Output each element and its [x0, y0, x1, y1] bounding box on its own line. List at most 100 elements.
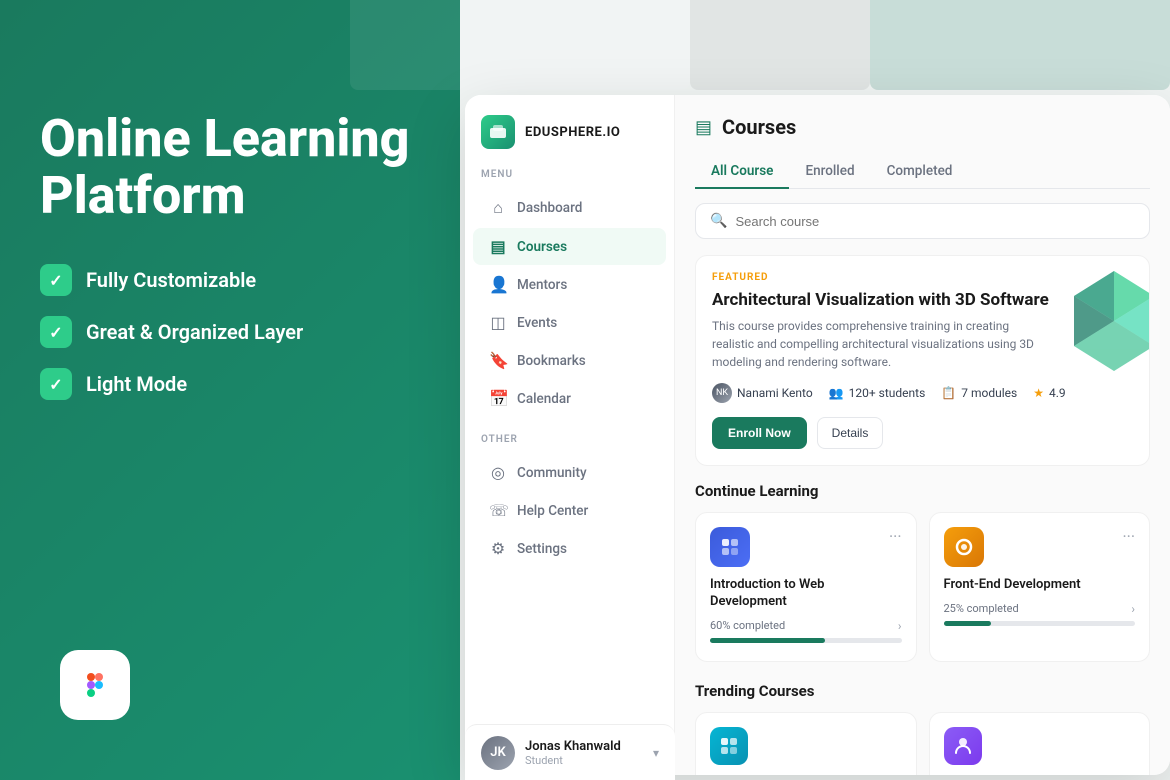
user-name: Jonas Khanwald	[525, 739, 643, 754]
app-logo-icon	[481, 115, 515, 149]
tab-all-course[interactable]: All Course	[695, 155, 789, 189]
star-icon: ★	[1033, 386, 1044, 400]
chevron-right-icon-1: ›	[898, 619, 902, 633]
trending-grid: User Research and Analysis This course i…	[695, 712, 1150, 775]
tab-enrolled[interactable]: Enrolled	[789, 155, 870, 189]
community-icon: ◎	[489, 463, 507, 482]
bookmarks-icon: 🔖	[489, 351, 507, 370]
tab-completed[interactable]: Completed	[871, 155, 969, 189]
deco-rect-1	[350, 0, 690, 90]
search-bar[interactable]: 🔍	[695, 203, 1150, 239]
bookmarks-label: Bookmarks	[517, 353, 586, 369]
course-tabs: All Course Enrolled Completed	[695, 155, 1150, 189]
check-icon-1	[40, 264, 72, 296]
sidebar-item-mentors[interactable]: 👤 Mentors	[473, 266, 666, 303]
help-label: Help Center	[517, 503, 588, 519]
feature-item-1: Fully Customizable	[40, 264, 420, 296]
progress-fill-2	[944, 621, 992, 626]
continue-course-title-2: Front-End Development	[944, 577, 1136, 594]
continue-card-2: ··· Front-End Development 25% completed …	[929, 512, 1151, 662]
details-button[interactable]: Details	[817, 417, 884, 449]
search-input[interactable]	[735, 214, 1135, 229]
other-section-label: OTHER	[465, 434, 674, 453]
settings-label: Settings	[517, 541, 567, 557]
feature-item-2: Great & Organized Layer	[40, 316, 420, 348]
instructor-info: NK Nanami Kento	[712, 383, 813, 403]
app-name: EDUSPHERE.IO	[525, 125, 620, 140]
students-icon: 👥	[829, 386, 844, 400]
more-options-icon-1[interactable]: ···	[889, 527, 902, 546]
page-header: ▤ Courses	[695, 115, 1150, 139]
events-icon: ◫	[489, 313, 507, 332]
featured-rating: 4.9	[1049, 386, 1066, 400]
continue-learning-grid: ··· Introduction to Web Development 60% …	[695, 512, 1150, 662]
help-icon: ☏	[489, 501, 507, 520]
continue-card-1: ··· Introduction to Web Development 60% …	[695, 512, 917, 662]
sidebar-item-events[interactable]: ◫ Events	[473, 304, 666, 341]
calendar-icon: 📅	[489, 389, 507, 408]
continue-course-title-1: Introduction to Web Development	[710, 577, 902, 611]
search-icon: 🔍	[710, 213, 727, 229]
sidebar-item-dashboard[interactable]: ⌂ Dashboard	[473, 189, 666, 227]
sidebar: EDUSPHERE.IO MENU ⌂ Dashboard ▤ Courses …	[465, 95, 675, 775]
page-title: Courses	[722, 115, 796, 139]
progress-label-1: 60% completed ›	[710, 619, 902, 633]
dashboard-icon: ⌂	[489, 198, 507, 218]
modules-icon: 📋	[941, 386, 956, 400]
feature-label-3: Light Mode	[86, 372, 187, 396]
enroll-button[interactable]: Enroll Now	[712, 417, 807, 449]
trending-thumb-2	[944, 727, 982, 765]
trending-title: Trending Courses	[695, 682, 1150, 700]
modules-info: 📋 7 modules	[941, 386, 1017, 400]
sidebar-item-settings[interactable]: ⚙ Settings	[473, 530, 666, 567]
course-thumb-2	[944, 527, 984, 567]
ui-window: EDUSPHERE.IO MENU ⌂ Dashboard ▤ Courses …	[465, 95, 1170, 775]
progress-bar-2	[944, 621, 1136, 626]
sidebar-item-courses[interactable]: ▤ Courses	[473, 228, 666, 265]
featured-card: FEATURED Architectural Visualization wit…	[695, 255, 1150, 466]
trending-card-1: User Research and Analysis This course i…	[695, 712, 917, 775]
3d-decoration	[1069, 266, 1150, 376]
courses-label: Courses	[517, 239, 567, 255]
featured-meta: NK Nanami Kento 👥 120+ students 📋 7 modu…	[712, 383, 1133, 403]
trending-card-2: JavaScript Essentials JavaScript Essenti…	[929, 712, 1151, 775]
sidebar-logo: EDUSPHERE.IO	[465, 115, 674, 169]
progress-label-2: 25% completed ›	[944, 602, 1136, 616]
check-icon-3	[40, 368, 72, 400]
feature-list: Fully Customizable Great & Organized Lay…	[40, 264, 420, 400]
hero-title: Online Learning Platform	[40, 110, 420, 224]
sidebar-item-community[interactable]: ◎ Community	[473, 454, 666, 491]
menu-section-label: MENU	[465, 169, 674, 188]
calendar-label: Calendar	[517, 391, 571, 407]
page-icon: ▤	[695, 117, 712, 138]
community-label: Community	[517, 465, 587, 481]
events-label: Events	[517, 315, 557, 331]
feature-label-1: Fully Customizable	[86, 268, 256, 292]
trending-thumb-1	[710, 727, 748, 765]
feature-item-3: Light Mode	[40, 368, 420, 400]
chevron-down-icon: ▾	[653, 746, 659, 760]
main-content: ▤ Courses All Course Enrolled Completed …	[675, 95, 1170, 775]
continue-learning-title: Continue Learning	[695, 482, 1150, 500]
progress-bar-1	[710, 638, 902, 643]
user-bar[interactable]: JK Jonas Khanwald Student ▾	[465, 724, 675, 780]
other-nav: ◎ Community ☏ Help Center ⚙ Settings	[465, 453, 674, 568]
more-options-icon-2[interactable]: ···	[1122, 527, 1135, 546]
deco-rect-3	[870, 0, 1170, 90]
progress-fill-1	[710, 638, 825, 643]
user-role: Student	[525, 754, 643, 767]
mentors-label: Mentors	[517, 277, 567, 293]
continue-card-1-header: ···	[710, 527, 902, 567]
sidebar-item-calendar[interactable]: 📅 Calendar	[473, 380, 666, 417]
sidebar-item-bookmarks[interactable]: 🔖 Bookmarks	[473, 342, 666, 379]
user-avatar: JK	[481, 736, 515, 770]
chevron-right-icon-2: ›	[1131, 602, 1135, 616]
hero-section: Online Learning Platform Fully Customiza…	[40, 110, 420, 450]
dashboard-label: Dashboard	[517, 200, 582, 216]
sidebar-item-help[interactable]: ☏ Help Center	[473, 492, 666, 529]
settings-icon: ⚙	[489, 539, 507, 558]
featured-actions: Enroll Now Details	[712, 417, 1133, 449]
instructor-name: Nanami Kento	[737, 386, 813, 400]
featured-description: This course provides comprehensive train…	[712, 317, 1052, 371]
user-info: Jonas Khanwald Student	[525, 739, 643, 767]
